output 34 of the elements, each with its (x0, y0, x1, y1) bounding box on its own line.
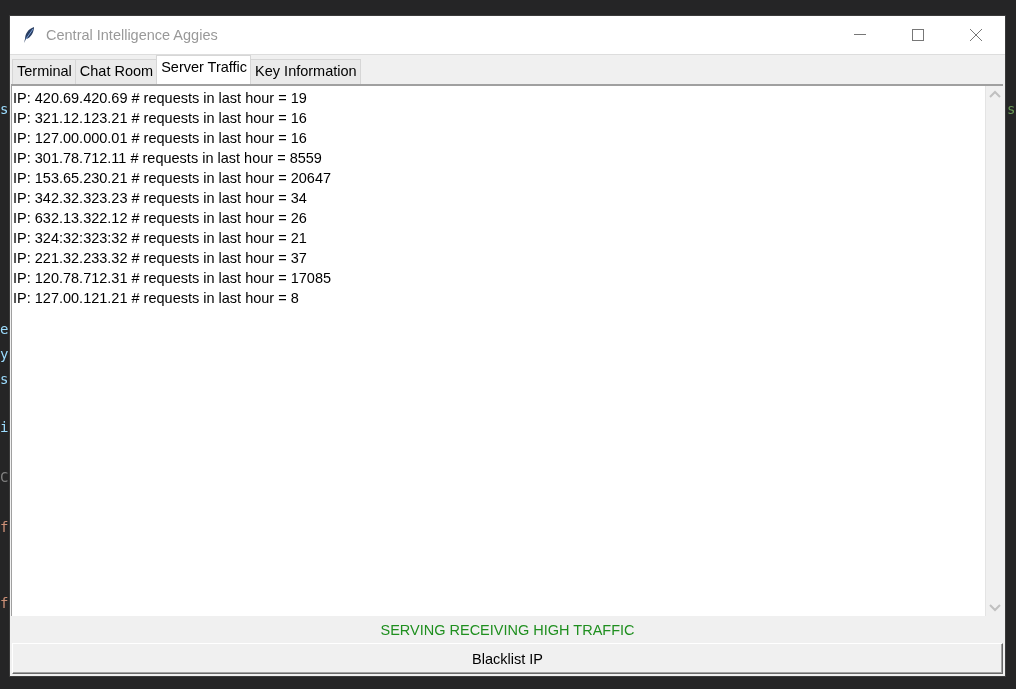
window-title: Central Intelligence Aggies (46, 27, 219, 43)
traffic-line: IP: 632.13.322.12 # requests in last hour = 26 (13, 209, 308, 228)
code-fragment: y (0, 346, 9, 362)
traffic-line: IP: 127.00.121.21 # requests in last hour = 8 (13, 289, 300, 308)
code-fragment: f (0, 595, 9, 611)
code-fragment: s (0, 101, 9, 117)
traffic-line: IP: 120.78.712.31 # requests in last hour = 17085 (13, 269, 333, 288)
tab[interactable]: Server Traffic (156, 55, 252, 84)
tab[interactable]: Terminal (12, 59, 76, 84)
traffic-line: IP: 127.00.000.01 # requests in last hour = 16 (13, 129, 308, 148)
code-fragment: s (1007, 101, 1016, 117)
traffic-line: IP: 321.12.123.21 # requests in last hour = 16 (13, 109, 308, 128)
code-fragment: e (0, 321, 9, 337)
feather-icon (22, 26, 36, 44)
scrollbar[interactable] (985, 86, 1003, 616)
traffic-line: IP: 342.32.323.23 # requests in last hour = 34 (13, 189, 308, 208)
traffic-line: IP: 221.32.233.32 # requests in last hour = 37 (13, 249, 308, 268)
blacklist-button[interactable]: Blacklist IP (12, 643, 1003, 674)
traffic-line: IP: 420.69.420.69 # requests in last hour = 19 (13, 89, 308, 108)
code-fragment: i (0, 419, 9, 435)
maximize-icon (912, 29, 924, 41)
tab[interactable]: Key Information (250, 59, 361, 84)
code-fragment: f (0, 519, 9, 535)
traffic-line: IP: 301.78.712.11 # requests in last hour = 8559 (13, 149, 323, 168)
close-icon (969, 28, 983, 42)
scroll-down-icon[interactable] (988, 604, 1001, 612)
scroll-up-icon[interactable] (988, 90, 1001, 98)
code-fragment: s (0, 371, 9, 387)
traffic-line: IP: 153.65.230.21 # requests in last hour = 20647 (13, 169, 333, 188)
minimize-icon (854, 34, 866, 36)
code-fragment: C (0, 469, 9, 485)
traffic-line: IP: 324:32:323:32 # requests in last hour = 21 (13, 229, 308, 248)
status-label: SERVING RECEIVING HIGH TRAFFIC (380, 621, 635, 638)
tab[interactable]: Chat Room (74, 59, 158, 84)
